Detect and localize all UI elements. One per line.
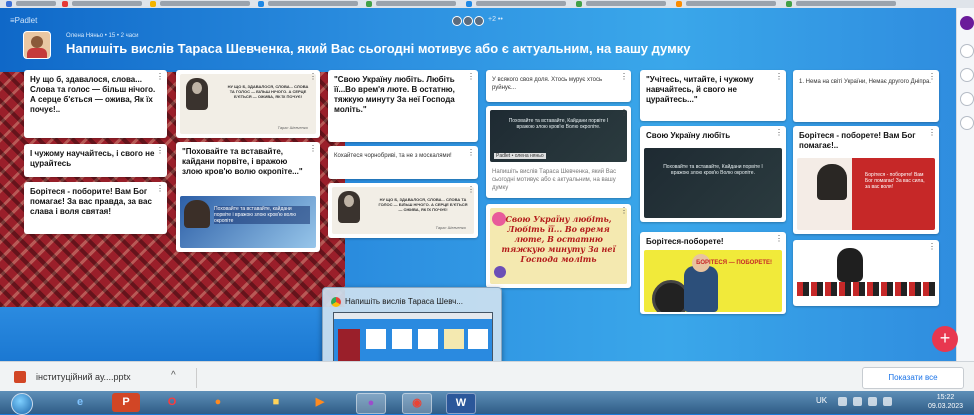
more-dots-icon[interactable]: ⋮ — [309, 73, 317, 81]
padlet-logo-icon[interactable]: ≡Padlet — [10, 16, 37, 25]
post-card[interactable]: Свою Україну любіть, Любіть її... Во вре… — [486, 204, 631, 288]
post-card[interactable]: Борітеся-поборете! БОРІТЕСЯ — ПОБОРЕТЕ! … — [640, 232, 786, 314]
profile-icon[interactable] — [960, 16, 974, 30]
quote-image: Поховайте та вставайте, Кайдани порвіте … — [490, 110, 627, 162]
quote-image: НУ ЩО Б, ЗДАВАЛОСЯ, СЛОВА... СЛОВА ТА ГО… — [180, 74, 316, 134]
more-dots-icon[interactable]: ⋮ — [620, 109, 628, 117]
show-all-button[interactable]: Показати все — [862, 367, 964, 389]
media-icon[interactable]: ▶ — [306, 393, 334, 412]
post-card[interactable]: Поховайте та вставайте, Кайдани порвіте … — [486, 106, 631, 198]
quote-image: Борітеся - поборете! Вам Бог помагає! За… — [797, 158, 935, 230]
opera-icon[interactable]: O — [158, 393, 186, 412]
firefox-icon[interactable]: ● — [204, 393, 232, 412]
more-dots-icon[interactable]: ⋮ — [309, 145, 317, 153]
more-dots-icon[interactable]: ⋮ — [620, 73, 628, 81]
post-card[interactable]: Борітеся - поборите! Вам Бог помагає! За… — [24, 182, 167, 234]
more-dots-icon[interactable]: ⋮ — [775, 73, 783, 81]
presence-count: +2 •• — [488, 16, 503, 23]
quote-image: Поховайте та вставайте, Кайдани порвіте … — [644, 148, 782, 218]
language-indicator[interactable]: UK — [816, 396, 827, 405]
more-dots-icon[interactable]: ⋮ — [467, 149, 475, 157]
bookmark-icon[interactable] — [366, 1, 372, 7]
bookmark-icon[interactable] — [258, 1, 264, 7]
author-line: Олена Няньо • 15 • 2 часи — [66, 33, 139, 39]
post-card[interactable]: Ну що б, здавалося, слова... Слова та го… — [24, 70, 167, 138]
post-card[interactable]: Кохайтеся чорнобриві, та не з москалями!… — [328, 146, 478, 179]
post-card[interactable]: "Свою Україну любіть. Любіть її...Во вре… — [328, 70, 478, 142]
folder-icon[interactable]: ■ — [262, 393, 290, 412]
share-icon[interactable] — [960, 44, 974, 58]
network-icon[interactable] — [838, 397, 847, 406]
bookmark-icon[interactable] — [150, 1, 156, 7]
post-card[interactable]: НУ ЩО Б, ЗДАВАЛОСЯ, СЛОВА... СЛОВА ТА ГО… — [328, 183, 478, 238]
bookmark-icon[interactable] — [6, 1, 12, 7]
comment-icon[interactable] — [960, 68, 974, 82]
bookmark-icon[interactable] — [466, 1, 472, 7]
post-card[interactable]: "Поховайте та вставайте, кайдани порвіте… — [176, 142, 320, 252]
page-title: Напишіть вислів Тараса Шевченка, який Ва… — [66, 41, 691, 56]
more-dots-icon[interactable]: ⋮ — [928, 73, 936, 81]
more-dots-icon[interactable]: ⋮ — [156, 185, 164, 193]
download-item[interactable]: інституційний ау....pptx — [36, 372, 131, 382]
post-card[interactable]: Борітеся - поборете! Вам Бог помагає!.. … — [793, 126, 939, 234]
bookmark-icon[interactable] — [786, 1, 792, 7]
chevron-up-icon[interactable]: ^ — [171, 370, 176, 381]
more-dots-icon[interactable]: ⋮ — [156, 73, 164, 81]
viber-icon[interactable]: ● — [356, 393, 386, 414]
flag-icon[interactable] — [853, 397, 862, 406]
avatar[interactable] — [23, 31, 51, 59]
download-bar: інституційний ау....pptx ^ Показати все — [0, 361, 974, 392]
bookmarks-bar — [0, 0, 974, 8]
quote-image: Свою Україну любіть, Любіть її... Во вре… — [490, 208, 627, 284]
post-card[interactable]: І чужому научайтесь, і свого не цурайтес… — [24, 144, 167, 177]
portrait-icon — [837, 248, 863, 282]
battery-icon[interactable] — [868, 397, 877, 406]
post-card[interactable]: "Учітесь, читайте, і чужому навчайтесь, … — [640, 70, 786, 121]
post-card[interactable]: ⋮ — [793, 240, 939, 306]
more-dots-icon[interactable]: ⋮ — [775, 235, 783, 243]
youtube-icon[interactable] — [62, 1, 68, 7]
powerpoint-icon[interactable]: P — [112, 393, 140, 412]
post-card[interactable]: 1. Нема на світі України, Немає другого … — [793, 70, 939, 122]
presence-avatars — [452, 16, 484, 26]
portrait-icon — [184, 200, 210, 228]
chrome-icon — [331, 297, 341, 307]
ie-icon[interactable]: e — [66, 393, 94, 412]
chrome-icon[interactable]: ◉ — [402, 393, 432, 414]
embroidery-band — [797, 282, 935, 296]
quote-image: НУ ЩО Б, ЗДАВАЛОСЯ, СЛОВА... СЛОВА ТА ГО… — [332, 187, 474, 234]
post-card[interactable]: Свою Україну любіть Поховайте та вставай… — [640, 126, 786, 222]
windows-start-icon[interactable] — [11, 393, 33, 415]
poster-image: БОРІТЕСЯ — ПОБОРЕТЕ! — [644, 250, 782, 312]
more-dots-icon[interactable]: ⋮ — [156, 147, 164, 155]
more-dots-icon[interactable]: ⋮ — [620, 207, 628, 215]
thumbnail-title: Напишіть вислів Тараса Шевч... — [345, 297, 463, 306]
add-post-button[interactable]: + — [932, 326, 958, 352]
tray-icons — [838, 397, 892, 406]
more-dots-icon[interactable]: ⋮ — [467, 186, 475, 194]
powerpoint-file-icon — [14, 371, 26, 383]
remake-icon[interactable] — [960, 116, 974, 130]
post-card[interactable]: НУ ЩО Б, ЗДАВАЛОСЯ, СЛОВА... СЛОВА ТА ГО… — [176, 70, 320, 138]
more-dots-icon[interactable]: ⋮ — [928, 243, 936, 251]
quote-image — [797, 244, 935, 302]
portrait-icon — [817, 164, 847, 200]
taskbar: e P O ● ■ ▶ ● ◉ W UK 15:22 09.03.2023 — [0, 391, 974, 415]
bookmark-icon[interactable] — [676, 1, 682, 7]
post-card[interactable]: У всякого своя доля. Хтось мурує хтось р… — [486, 70, 631, 102]
clock[interactable]: 15:22 09.03.2023 — [928, 393, 963, 411]
right-toolbar — [956, 8, 974, 361]
more-dots-icon[interactable]: ⋮ — [467, 73, 475, 81]
bookmark-icon[interactable] — [576, 1, 582, 7]
more-dots-icon[interactable]: ⋮ — [775, 129, 783, 137]
search-icon[interactable] — [960, 92, 974, 106]
more-dots-icon[interactable]: ⋮ — [928, 129, 936, 137]
quote-image: Поховайте та вставайте, кайдани порвіте … — [180, 196, 316, 248]
word-icon[interactable]: W — [446, 393, 476, 414]
volume-icon[interactable] — [883, 397, 892, 406]
